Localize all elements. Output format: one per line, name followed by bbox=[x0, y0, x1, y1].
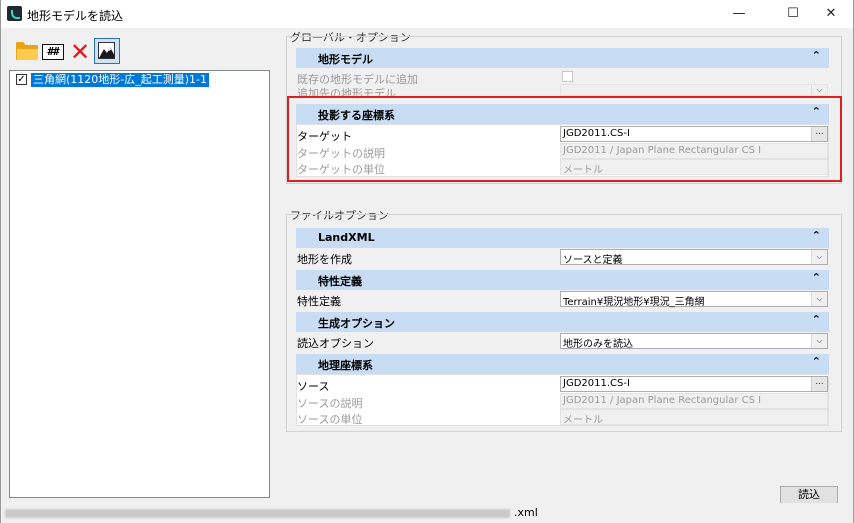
terrain-icon[interactable] bbox=[94, 38, 120, 64]
left-toolbar: ## ✕ bbox=[10, 36, 268, 70]
source-desc-field: JGD2011 / Japan Plane Rectangular CS I bbox=[560, 393, 828, 409]
status-file-extension: .xml bbox=[514, 506, 538, 519]
collapse-icon[interactable]: ⌃ bbox=[812, 271, 821, 284]
status-bar: .xml bbox=[0, 503, 854, 523]
section-geo-coord[interactable]: 地理座標系 ⌃ bbox=[296, 354, 829, 374]
source-value: JGD2011.CS-I bbox=[563, 378, 630, 389]
title-bar: 地形モデルを読込 — ☐ ✕ bbox=[0, 0, 854, 28]
minimize-button[interactable]: — bbox=[716, 0, 762, 28]
section-title: 地理座標系 bbox=[318, 359, 373, 372]
dropdown-arrow-icon[interactable]: ⌵ bbox=[811, 292, 827, 306]
grid-icon[interactable]: ## bbox=[42, 40, 66, 64]
open-folder-icon[interactable] bbox=[16, 40, 40, 64]
section-generation[interactable]: 生成オプション ⌃ bbox=[296, 312, 829, 332]
model-tree[interactable]: ✓ 三角網(1120地形-広_起工測量)1-1 bbox=[9, 70, 270, 498]
browse-button[interactable]: ... bbox=[811, 377, 827, 391]
section-feature[interactable]: 特性定義 ⌃ bbox=[296, 270, 829, 290]
load-option-select[interactable]: 地形のみを読込 ⌵ bbox=[560, 333, 828, 350]
source-unit-value: メートル bbox=[563, 415, 603, 426]
feature-select[interactable]: Terrain¥現況地形¥現況_三角網 ⌵ bbox=[560, 291, 828, 308]
section-title: 生成オプション bbox=[318, 317, 395, 330]
collapse-icon[interactable]: ⌃ bbox=[812, 313, 821, 326]
section-terrain-model[interactable]: 地形モデル ⌃ bbox=[296, 48, 829, 68]
create-terrain-value: ソースと定義 bbox=[563, 255, 623, 266]
feature-label: 特性定義 bbox=[297, 295, 341, 308]
source-field[interactable]: JGD2011.CS-I ... bbox=[560, 376, 828, 392]
load-option-label: 読込オプション bbox=[297, 337, 374, 350]
grid-icon-text: ## bbox=[42, 44, 64, 60]
load-option-row: 読込オプション 地形のみを読込 ⌵ bbox=[296, 333, 829, 350]
source-desc-value: JGD2011 / Japan Plane Rectangular CS I bbox=[563, 395, 762, 406]
highlight-box bbox=[287, 96, 842, 182]
add-target-select[interactable]: ⌵ bbox=[560, 84, 828, 96]
section-title: 地形モデル bbox=[318, 53, 373, 66]
source-unit-field: メートル bbox=[560, 409, 828, 426]
close-button[interactable]: ✕ bbox=[808, 0, 854, 28]
source-unit-row: ソースの単位 メートル bbox=[296, 409, 829, 426]
dropdown-arrow-icon[interactable]: ⌵ bbox=[811, 250, 827, 264]
dropdown-arrow-icon: ⌵ bbox=[811, 85, 827, 95]
feature-value: Terrain¥現況地形¥現況_三角網 bbox=[563, 297, 705, 308]
tree-item-checkbox[interactable]: ✓ bbox=[16, 74, 27, 85]
dropdown-arrow-icon[interactable]: ⌵ bbox=[811, 334, 827, 348]
app-icon bbox=[7, 6, 22, 21]
source-row: ソース JGD2011.CS-I ... bbox=[296, 376, 829, 393]
create-terrain-select[interactable]: ソースと定義 ⌵ bbox=[560, 249, 828, 266]
section-landxml[interactable]: LandXML ⌃ bbox=[296, 228, 829, 248]
create-terrain-label: 地形を作成 bbox=[297, 253, 352, 266]
source-unit-label: ソースの単位 bbox=[297, 413, 363, 426]
load-option-value: 地形のみを読込 bbox=[563, 339, 633, 350]
collapse-icon[interactable]: ⌃ bbox=[812, 49, 821, 62]
window-border-left bbox=[0, 0, 1, 523]
tree-item-label[interactable]: 三角網(1120地形-広_起工測量)1-1 bbox=[31, 73, 210, 87]
source-label: ソース bbox=[297, 380, 330, 393]
load-button[interactable]: 読込 bbox=[780, 486, 838, 504]
delete-icon[interactable]: ✕ bbox=[68, 40, 92, 64]
section-title: 特性定義 bbox=[318, 275, 362, 288]
add-to-existing-checkbox[interactable] bbox=[562, 71, 573, 82]
blurred-path bbox=[5, 509, 510, 518]
collapse-icon[interactable]: ⌃ bbox=[812, 229, 821, 242]
create-terrain-row: 地形を作成 ソースと定義 ⌵ bbox=[296, 249, 829, 266]
collapse-icon[interactable]: ⌃ bbox=[812, 355, 821, 368]
source-desc-row: ソースの説明 JGD2011 / Japan Plane Rectangular… bbox=[296, 393, 829, 410]
feature-row: 特性定義 Terrain¥現況地形¥現況_三角網 ⌵ bbox=[296, 291, 829, 308]
section-title: LandXML bbox=[318, 231, 375, 244]
window-title: 地形モデルを読込 bbox=[27, 9, 124, 23]
